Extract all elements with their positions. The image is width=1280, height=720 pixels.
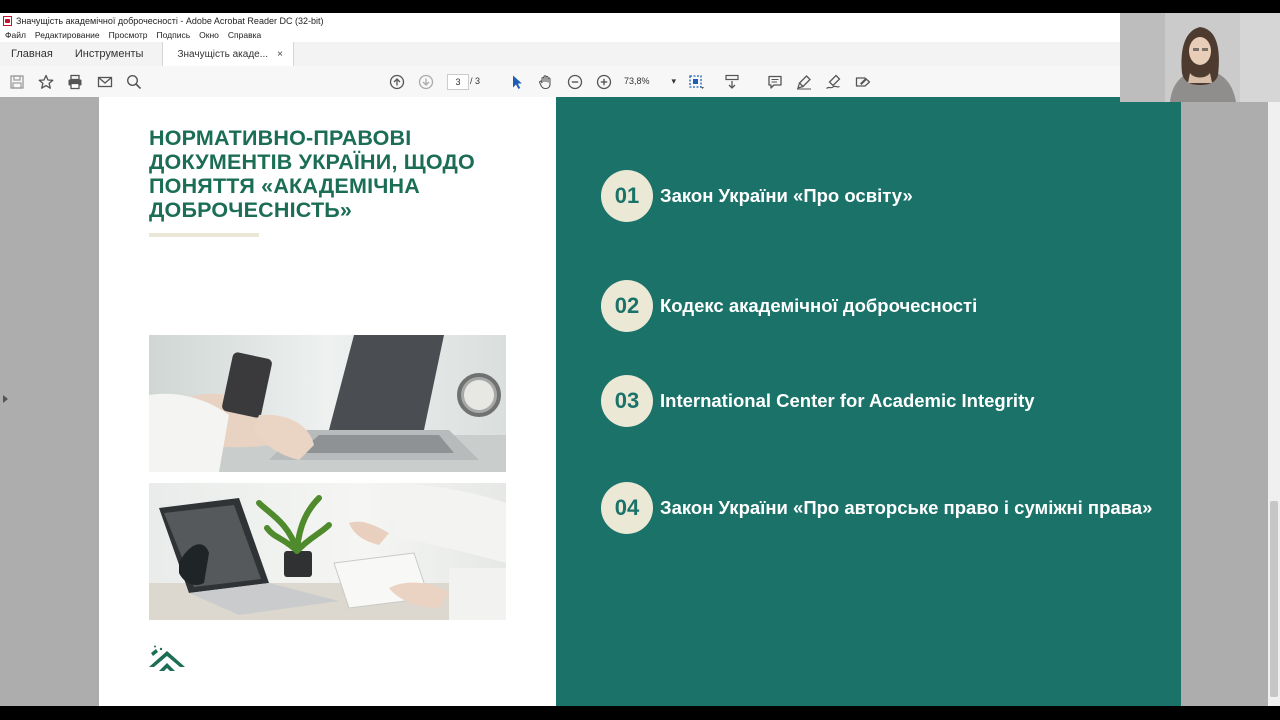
photo-phone-laptop (149, 335, 506, 472)
webcam-overlay (1120, 13, 1280, 102)
photo-laptop-plant-documents (149, 483, 506, 620)
save-icon[interactable] (7, 72, 26, 91)
list-item-04: 04 Закон України «Про авторське право і … (601, 482, 1152, 534)
tab-home[interactable]: Главная (0, 42, 64, 66)
number-badge: 01 (601, 170, 653, 222)
next-page-icon[interactable] (416, 72, 435, 91)
email-icon[interactable] (95, 72, 114, 91)
title-underline (149, 233, 259, 237)
page-total: / 3 (470, 76, 481, 86)
highlight-pen-icon[interactable] (794, 72, 813, 91)
menu-view[interactable]: Просмотр (109, 30, 148, 40)
letterbox-bottom (0, 706, 1280, 720)
previous-page-icon[interactable] (387, 72, 406, 91)
list-item-label: Кодекс академічної доброчесності (660, 295, 978, 316)
number-badge: 02 (601, 280, 653, 332)
menu-file[interactable]: Файл (5, 30, 26, 40)
list-item-label: International Center for Academic Integr… (660, 390, 1035, 411)
number-badge: 03 (601, 375, 653, 427)
menu-bar: Файл Редактирование Просмотр Подпись Окн… (0, 28, 1280, 42)
vertical-scrollbar[interactable] (1268, 97, 1280, 706)
menu-edit[interactable]: Редактирование (35, 30, 100, 40)
print-icon[interactable] (65, 72, 84, 91)
tab-tools[interactable]: Инструменты (64, 42, 155, 66)
close-tab-icon[interactable]: × (277, 49, 283, 60)
slide-title: НОРМАТИВНО-ПРАВОВІ ДОКУМЕНТІВ УКРАЇНИ, Щ… (149, 126, 475, 222)
zoom-in-icon[interactable] (594, 72, 613, 91)
document-viewer[interactable]: НОРМАТИВНО-ПРАВОВІ ДОКУМЕНТІВ УКРАЇНИ, Щ… (0, 97, 1280, 706)
comment-icon[interactable] (765, 72, 784, 91)
left-panel-toggle-icon[interactable] (3, 395, 8, 403)
fill-sign-icon[interactable] (853, 72, 872, 91)
scrollbar-thumb[interactable] (1270, 501, 1278, 697)
tab-bar: Главная Инструменты Значущість акаде... … (0, 42, 1280, 67)
select-cursor-icon[interactable] (507, 72, 526, 91)
pdf-page: НОРМАТИВНО-ПРАВОВІ ДОКУМЕНТІВ УКРАЇНИ, Щ… (99, 97, 1181, 706)
scroll-mode-icon[interactable] (722, 72, 741, 91)
acrobat-pdf-icon (3, 15, 12, 26)
tab-document-label: Значущість акаде... (177, 48, 269, 60)
list-item-label: Закон України «Про освіту» (660, 185, 913, 206)
letterbox-top (0, 0, 1280, 13)
zoom-out-icon[interactable] (565, 72, 584, 91)
menu-window[interactable]: Окно (199, 30, 219, 40)
zoom-level-value: 73,8% (624, 76, 650, 86)
acrobat-window: Значущість академічної доброчесності - A… (0, 0, 1280, 720)
star-bookmark-icon[interactable] (36, 72, 55, 91)
page-number-input[interactable]: 3 (447, 74, 469, 90)
hand-tool-icon[interactable] (536, 72, 555, 91)
organization-logo-icon (149, 645, 185, 671)
zoom-level-select[interactable]: 73,8% ▾ (624, 74, 676, 88)
toolbar: 3 / 3 73,8% ▾ (0, 66, 1280, 98)
tab-document[interactable]: Значущість акаде... × (162, 42, 294, 66)
list-item-02: 02 Кодекс академічної доброчесності (601, 280, 977, 332)
slide-left-column: НОРМАТИВНО-ПРАВОВІ ДОКУМЕНТІВ УКРАЇНИ, Щ… (99, 97, 556, 706)
window-title: Значущість академічної доброчесності - A… (16, 15, 324, 26)
search-icon[interactable] (124, 72, 143, 91)
number-badge: 04 (601, 482, 653, 534)
draw-freehand-icon[interactable] (823, 72, 842, 91)
slide-right-column: 01 Закон України «Про освіту» 02 Кодекс … (556, 97, 1181, 706)
list-item-label: Закон України «Про авторське право і сум… (660, 497, 1153, 518)
menu-sign[interactable]: Подпись (157, 30, 191, 40)
menu-help[interactable]: Справка (228, 30, 261, 40)
list-item-03: 03 International Center for Academic Int… (601, 375, 1035, 427)
title-bar: Значущість академічної доброчесності - A… (0, 13, 1280, 28)
fit-page-icon[interactable] (686, 72, 705, 91)
list-item-01: 01 Закон України «Про освіту» (601, 170, 913, 222)
chevron-down-icon: ▾ (671, 75, 676, 86)
